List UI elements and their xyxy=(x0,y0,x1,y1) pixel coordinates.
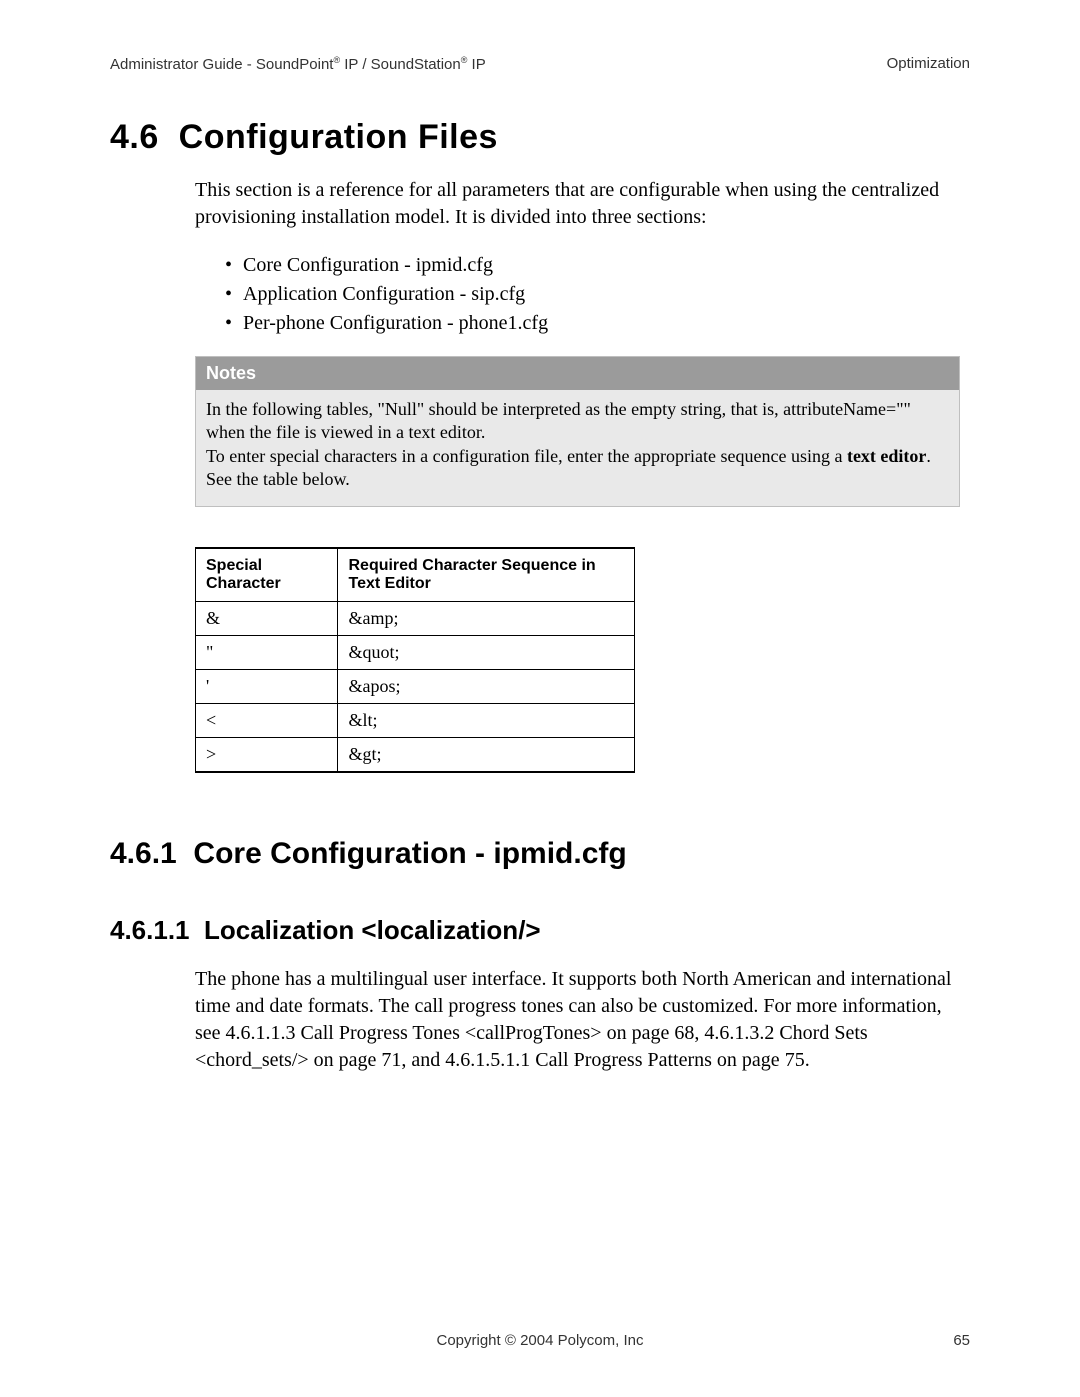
cell-char: < xyxy=(196,703,338,737)
page-header: Administrator Guide - SoundPoint® IP / S… xyxy=(110,55,970,73)
table-row: < &lt; xyxy=(196,703,635,737)
subsubsection-body: The phone has a multilingual user interf… xyxy=(195,966,960,1074)
header-left: Administrator Guide - SoundPoint® IP / S… xyxy=(110,55,486,73)
notes-box: Notes In the following tables, "Null" sh… xyxy=(195,356,960,507)
subsection-heading: 4.6.1 Core Configuration - ipmid.cfg xyxy=(110,837,970,871)
table-header-sequence: Required Character Sequence in Text Edit… xyxy=(338,548,635,602)
notes-paragraph-2: To enter special characters in a configu… xyxy=(206,445,949,492)
cell-char: & xyxy=(196,601,338,635)
subsubsection-title: Localization <localization/> xyxy=(204,915,541,945)
notes-p2b: text editor xyxy=(847,446,926,466)
subsection-title: Core Configuration - ipmid.cfg xyxy=(193,837,626,870)
page-footer: Copyright © 2004 Polycom, Inc 65 xyxy=(110,1332,970,1349)
notes-body: In the following tables, "Null" should b… xyxy=(196,390,959,506)
cell-seq: &lt; xyxy=(338,703,635,737)
cell-seq: &gt; xyxy=(338,737,635,772)
table-row: " &quot; xyxy=(196,635,635,669)
list-item: Application Configuration - sip.cfg xyxy=(225,280,970,309)
document-page: Administrator Guide - SoundPoint® IP / S… xyxy=(0,0,1080,1397)
section-intro: This section is a reference for all para… xyxy=(195,177,960,231)
footer-page-number: 65 xyxy=(953,1332,970,1349)
header-left-1: Administrator Guide - SoundPoint xyxy=(110,56,333,73)
special-character-table: Special Character Required Character Seq… xyxy=(195,547,635,773)
section-number: 4.6 xyxy=(110,118,159,156)
cell-char: > xyxy=(196,737,338,772)
cell-char: ' xyxy=(196,669,338,703)
header-right: Optimization xyxy=(887,55,970,73)
section-title-text: Configuration Files xyxy=(179,118,498,156)
table-header-special-character: Special Character xyxy=(196,548,338,602)
table-row: & &amp; xyxy=(196,601,635,635)
list-item: Per-phone Configuration - phone1.cfg xyxy=(225,309,970,338)
subsubsection-number: 4.6.1.1 xyxy=(110,915,190,945)
footer-copyright: Copyright © 2004 Polycom, Inc xyxy=(110,1332,970,1349)
subsubsection-heading: 4.6.1.1 Localization <localization/> xyxy=(110,915,970,946)
header-left-2: IP / SoundStation xyxy=(340,56,461,73)
page-content: 4.6 Configuration Files This section is … xyxy=(110,100,970,1094)
cell-char: " xyxy=(196,635,338,669)
table-header-row: Special Character Required Character Seq… xyxy=(196,548,635,602)
list-item: Core Configuration - ipmid.cfg xyxy=(225,251,970,280)
subsection-number: 4.6.1 xyxy=(110,837,177,870)
notes-header: Notes xyxy=(196,357,959,390)
notes-p2a: To enter special characters in a configu… xyxy=(206,446,847,466)
cell-seq: &quot; xyxy=(338,635,635,669)
cell-seq: &apos; xyxy=(338,669,635,703)
table-row: ' &apos; xyxy=(196,669,635,703)
table-row: > &gt; xyxy=(196,737,635,772)
notes-paragraph-1: In the following tables, "Null" should b… xyxy=(206,398,949,445)
cell-seq: &amp; xyxy=(338,601,635,635)
header-left-3: IP xyxy=(467,56,485,73)
section-heading: 4.6 Configuration Files xyxy=(110,118,970,157)
section-bullet-list: Core Configuration - ipmid.cfg Applicati… xyxy=(225,251,970,338)
